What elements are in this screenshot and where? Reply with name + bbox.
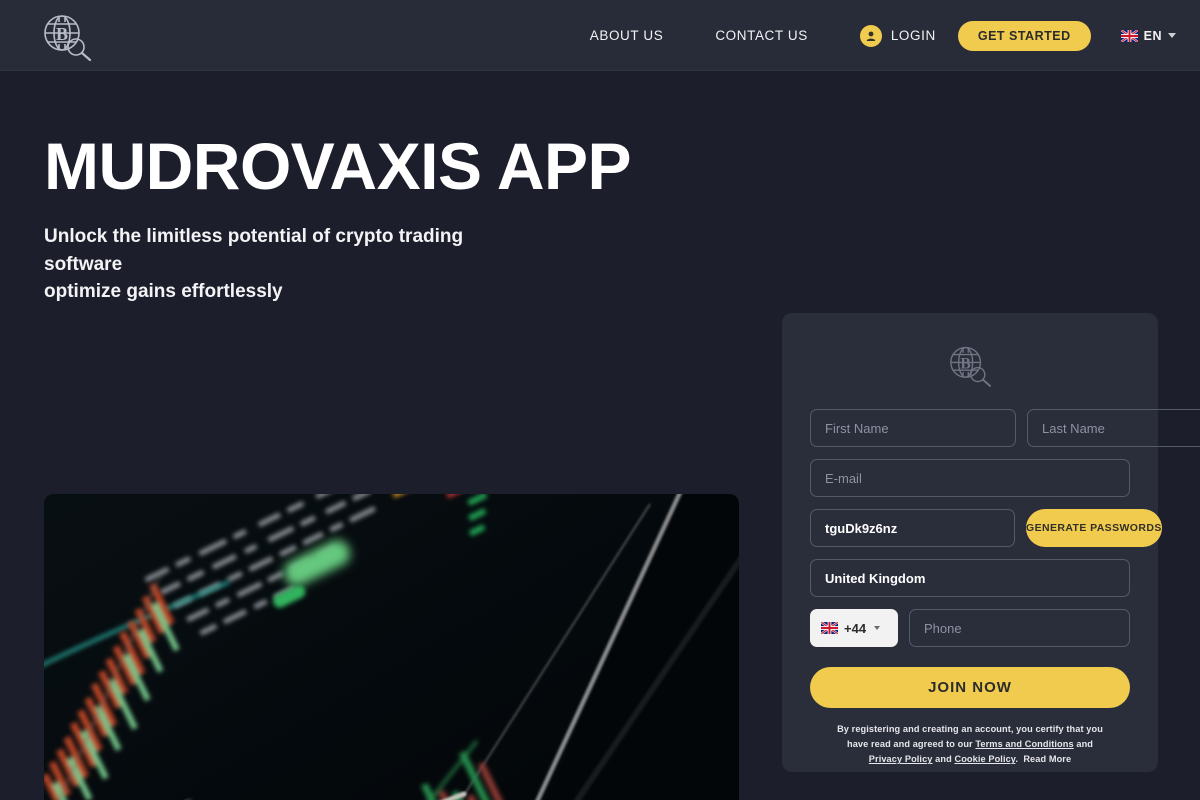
password-input[interactable] [810,509,1015,547]
chevron-down-icon [1168,33,1176,38]
email-input[interactable] [810,459,1130,497]
dial-code-label: +44 [844,620,867,636]
get-started-button[interactable]: GET STARTED [957,20,1091,51]
uk-flag-icon [1120,29,1138,42]
privacy-policy-link[interactable]: Privacy Policy [869,754,933,764]
nav-link-about-us[interactable]: ABOUT US [564,28,690,43]
bitcoin-magnifier-icon: B [36,11,98,61]
login-button[interactable]: LOGIN [834,24,958,47]
hero-subtitle: Unlock the limitless potential of crypto… [44,223,604,306]
last-name-input[interactable] [1027,409,1200,447]
phone-input[interactable] [909,609,1130,647]
chevron-down-icon [874,626,881,630]
password-row: GENERATE PASSWORDS [810,509,1162,547]
dial-code-selector[interactable]: +44 [810,609,898,647]
hero-subtitle-line-2: software [44,253,123,275]
brand-logo[interactable]: B [36,10,104,62]
language-code: EN [1143,28,1162,43]
hero-section: MUDROVAXIS APP Unlock the limitless pote… [0,129,1200,800]
language-selector[interactable]: EN [1120,28,1176,43]
user-avatar-icon [859,24,882,47]
generate-passwords-button[interactable]: GENERATE PASSWORDS [1026,509,1162,547]
first-name-input[interactable] [810,409,1016,447]
disclaimer-period: . [1015,754,1018,765]
disclaimer-line-1: By registering and creating an account, … [837,724,1103,734]
nav-link-contact-us[interactable]: CONTACT US [689,28,834,43]
login-label: LOGIN [890,28,936,43]
svg-text:B: B [960,355,970,372]
disclaimer-line-2-pre: have read and agreed to our [846,739,976,750]
terms-and-conditions-link[interactable]: Terms and Conditions [975,739,1073,749]
bitcoin-magnifier-icon: B [943,343,997,387]
hero-trading-chart-image [44,494,739,800]
country-row [810,559,1130,597]
phone-row: +44 [810,609,1130,647]
registration-disclaimer: By registering and creating an account, … [810,722,1130,768]
uk-flag-icon [821,622,838,634]
hero-subtitle-line-1: Unlock the limitless potential of crypto… [44,226,464,247]
page-title: MUDROVAXIS APP [44,129,632,203]
site-header: B ABOUT US CONTACT US LOGIN GET STARTED … [0,0,1200,71]
join-now-button[interactable]: JOIN NOW [810,667,1130,708]
signup-brand-logo: B [810,343,1130,387]
disclaimer-line-2-post: and [1073,739,1093,750]
cookie-policy-link[interactable]: Cookie Policy [954,754,1015,764]
signup-form-card: B GENERATE PASSWORDS [782,313,1200,772]
disclaimer-and: and [932,754,955,765]
hero-subtitle-line-3: optimize gains effortlessly [44,281,283,303]
country-input[interactable] [810,559,1130,597]
email-row [810,459,1130,497]
read-more-link[interactable]: Read More [1023,754,1071,764]
svg-text:B: B [56,24,68,44]
name-row [810,409,1200,447]
main-navigation: ABOUT US CONTACT US LOGIN GET STARTED EN [564,20,1176,51]
